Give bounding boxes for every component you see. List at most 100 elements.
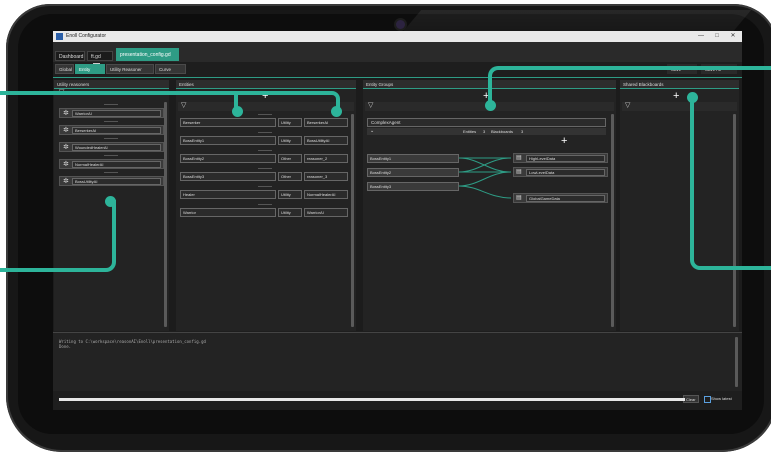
chevron-down-icon[interactable]: ⌄ <box>370 128 374 135</box>
entity-type[interactable]: Utility <box>278 118 302 127</box>
blackboard-name: HighLevelData <box>526 155 605 162</box>
panel-title: Utility reasoners <box>54 80 169 89</box>
tab-ft-gd[interactable]: ft.gdX <box>87 51 113 71</box>
tab-dashboard[interactable]: Dashboard <box>55 51 85 61</box>
callout-dot <box>105 196 116 207</box>
window-titlebar: Enoll Configurator — □ ✕ <box>53 31 742 42</box>
tab-label: presentation_config.gd <box>120 52 171 58</box>
entity-reasoner[interactable]: BerserkerAI <box>304 118 348 127</box>
entity-name[interactable]: Berserker <box>180 118 276 127</box>
gear-icon: ✲ <box>63 161 69 168</box>
entities-count: 3 <box>483 129 486 134</box>
callout-dot <box>687 92 698 103</box>
camera-icon <box>396 20 405 29</box>
close-window-button[interactable]: ✕ <box>726 32 740 41</box>
table-row[interactable]: BossEntity1 Utility BossUtilityAI <box>180 136 348 145</box>
reasoner-name: BossUtilityAI <box>72 178 161 185</box>
entity-reasoner[interactable]: reasoner_2 <box>304 154 348 163</box>
tab-label: Dashboard <box>59 54 84 60</box>
maximize-button[interactable]: □ <box>710 32 724 41</box>
clear-button[interactable]: Clear <box>683 395 699 403</box>
entity-type[interactable]: Utility <box>278 190 302 199</box>
entity-reasoner[interactable]: WarriorAI <box>304 208 348 217</box>
callout-dot <box>331 106 342 117</box>
table-row[interactable]: Berserker Utility BerserkerAI <box>180 118 348 127</box>
scrollbar[interactable] <box>351 114 354 327</box>
app-logo-icon <box>56 33 63 40</box>
reasoner-name: BerserkerAI <box>72 127 161 134</box>
callout-line <box>0 91 239 96</box>
entity-type[interactable]: Other <box>278 172 302 181</box>
entity-reasoner[interactable]: NormalHealerAI <box>304 190 348 199</box>
window-title: Enoll Configurator <box>66 33 107 39</box>
blackboard-icon: ▤ <box>516 169 522 175</box>
blackboard-name: LowLevelData <box>526 169 605 176</box>
progress-bar <box>59 398 685 401</box>
tab-global[interactable]: Global <box>55 64 74 74</box>
tab-utility-reasoner-editor[interactable]: Utility Reasoner Editor <box>106 64 154 82</box>
callout-line <box>236 91 340 115</box>
group-name-field[interactable]: ComplexAgent <box>367 118 606 127</box>
blackboard-icon: ▤ <box>516 195 522 201</box>
minimize-button[interactable]: — <box>694 32 708 41</box>
blackboard-name: GlobalGameData <box>526 195 605 202</box>
table-row[interactable]: Warrior Utility WarriorAI <box>180 208 348 217</box>
scrollbar[interactable] <box>611 114 614 327</box>
table-row[interactable]: BossEntity2 Other reasoner_2 <box>180 154 348 163</box>
entity-type[interactable]: Utility <box>278 208 302 217</box>
entity-reasoner[interactable]: reasoner_3 <box>304 172 348 181</box>
entity-name[interactable]: Healer <box>180 190 276 199</box>
scrollbar[interactable] <box>735 337 738 387</box>
scrollbar[interactable] <box>164 102 167 327</box>
entity-type[interactable]: Utility <box>278 136 302 145</box>
blackboard-item[interactable]: ▤ HighLevelData <box>513 153 608 163</box>
list-item[interactable]: ✲ BerserkerAI <box>59 125 164 135</box>
entity-reasoner[interactable]: BossUtilityAI <box>304 136 348 145</box>
entity-name[interactable]: Warrior <box>180 208 276 217</box>
callout-dot <box>485 100 496 111</box>
show-latest-checkbox[interactable] <box>704 396 711 403</box>
entity-name[interactable]: BossEntity1 <box>180 136 276 145</box>
list-item[interactable]: ✲ BossUtilityAI <box>59 176 164 186</box>
list-item[interactable]: ✲ WoundedHealerAI <box>59 142 164 152</box>
blackboards-count: 3 <box>521 129 524 134</box>
list-item[interactable]: ✲ NormalHealerAI <box>59 159 164 169</box>
show-latest-label: Show latest <box>711 396 732 401</box>
blackboard-item[interactable]: ▤ GlobalGameData <box>513 193 608 203</box>
divider <box>258 132 272 133</box>
blackboard-item[interactable]: ▤ LowLevelData <box>513 167 608 177</box>
entity-groups-panel: Entity Groups + ▽ ComplexAgent ⌄ Entitie… <box>363 80 616 331</box>
tab-label: ft.gd <box>91 54 101 60</box>
filter-icon[interactable]: ▽ <box>368 102 374 109</box>
divider <box>258 204 272 205</box>
divider <box>258 150 272 151</box>
callout-line <box>690 96 771 270</box>
entity-type[interactable]: Other <box>278 154 302 163</box>
filter-icon[interactable]: ▽ <box>181 102 187 109</box>
table-row[interactable]: Healer Utility NormalHealerAI <box>180 190 348 199</box>
tab-presentation-config[interactable]: presentation_config.gdX <box>116 48 179 72</box>
group-entity[interactable]: BossEntity3 <box>367 182 459 191</box>
group-subheader: ⌄ Entities 3 Blackboards 3 <box>367 128 606 135</box>
divider <box>258 186 272 187</box>
group-entity[interactable]: BossEntity2 <box>367 168 459 177</box>
reasoner-name: WoundedHealerAI <box>72 144 161 151</box>
gear-icon: ✲ <box>63 110 69 117</box>
entity-name[interactable]: BossEntity3 <box>180 172 276 181</box>
blackboard-icon: ▤ <box>516 155 522 161</box>
panel-title: Entities <box>176 80 356 89</box>
console-line: Writing to C:\workspace\reasonAI\Enoll\p… <box>59 339 206 344</box>
tab-entity-editor[interactable]: Entity Editor <box>75 64 105 82</box>
gear-icon: ✲ <box>63 127 69 134</box>
list-item[interactable]: ✲ WarriorAI <box>59 108 164 118</box>
tab-curve-editor[interactable]: Curve Editor <box>155 64 186 82</box>
callout-dot <box>232 106 243 117</box>
gear-icon: ✲ <box>63 144 69 151</box>
entity-name[interactable]: BossEntity2 <box>180 154 276 163</box>
table-row[interactable]: BossEntity3 Other reasoner_3 <box>180 172 348 181</box>
add-blackboard-icon[interactable]: + <box>561 136 567 147</box>
connection-lines <box>459 157 511 199</box>
divider <box>104 121 118 122</box>
entities-label: Entities <box>463 129 477 134</box>
group-entity[interactable]: BossEntity1 <box>367 154 459 163</box>
